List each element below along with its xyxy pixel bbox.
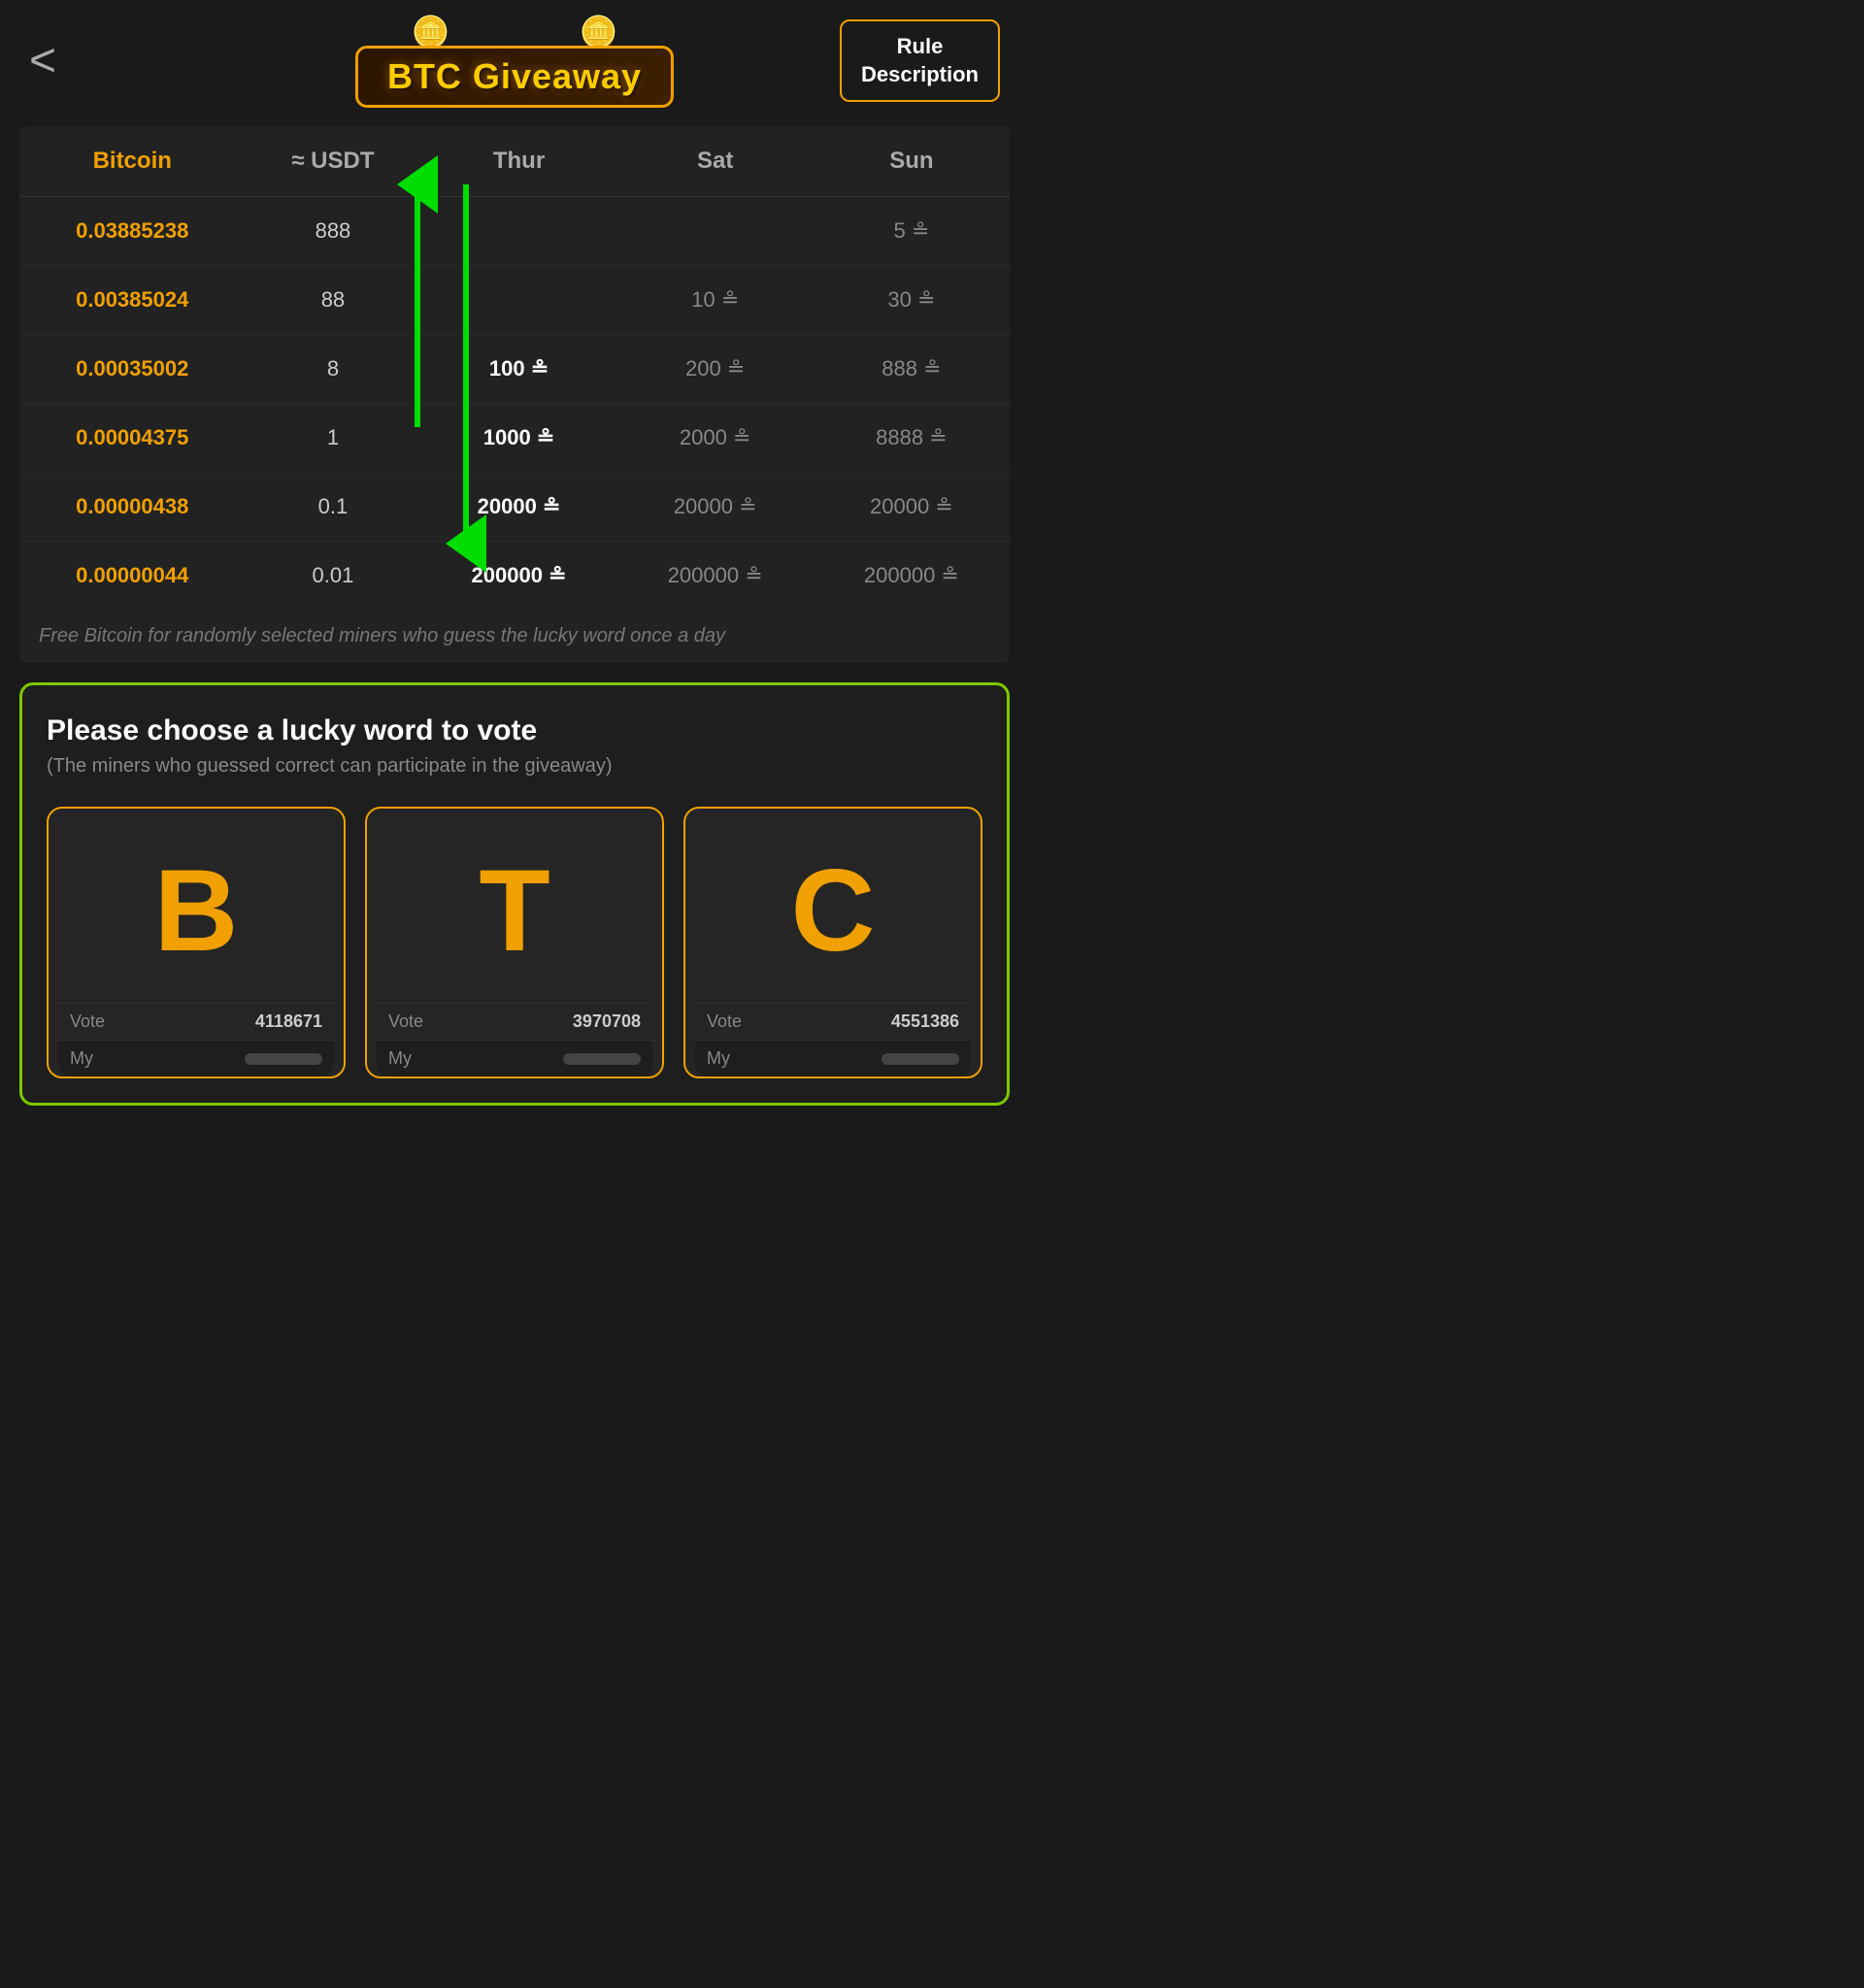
back-button[interactable]: < — [29, 38, 56, 84]
bitcoin-value: 0.00385024 — [19, 266, 245, 335]
vote-section: Please choose a lucky word to vote (The … — [19, 682, 1010, 1106]
vote-label: Vote — [70, 1011, 105, 1032]
sun-value: 30 ≗ — [814, 266, 1010, 335]
sat-value: 10 ≗ — [617, 266, 814, 335]
usdt-value: 8 — [245, 335, 420, 404]
vote-count: 4118671 — [255, 1011, 322, 1032]
thur-value — [420, 266, 616, 335]
sat-value: 20000 ≗ — [617, 473, 814, 542]
usdt-value: 0.01 — [245, 542, 420, 611]
bitcoin-value: 0.00000044 — [19, 542, 245, 611]
col-header-sat: Sat — [617, 126, 814, 197]
my-vote-bar — [882, 1053, 959, 1065]
thur-value: 100 ≗ — [420, 335, 616, 404]
table-row: 0.00000438 0.1 20000 ≗ 20000 ≗ 20000 ≗ — [19, 473, 1010, 542]
col-header-thur: Thur — [420, 126, 616, 197]
sun-value: 200000 ≗ — [814, 542, 1010, 611]
my-vote-row: My — [377, 1040, 652, 1077]
sat-value: 200 ≗ — [617, 335, 814, 404]
bitcoin-value: 0.00000438 — [19, 473, 245, 542]
table-row: 0.00004375 1 1000 ≗ 2000 ≗ 8888 ≗ — [19, 404, 1010, 473]
thur-value: 1000 ≗ — [420, 404, 616, 473]
header: < 🪙 🪙 BTC Giveaway Rule Description — [0, 0, 1029, 112]
reward-table-section: Bitcoin ≈ USDT Thur Sat Sun 0.03885238 8… — [19, 126, 1010, 663]
my-label: My — [388, 1048, 412, 1069]
vote-letter: T — [479, 828, 549, 993]
vote-card-t[interactable]: T Vote 3970708 My — [365, 807, 664, 1078]
usdt-value: 0.1 — [245, 473, 420, 542]
vote-letter: B — [154, 828, 239, 993]
rule-description-button[interactable]: Rule Description — [840, 19, 1000, 102]
table-footnote: Free Bitcoin for randomly selected miner… — [19, 610, 1010, 663]
reward-table: Bitcoin ≈ USDT Thur Sat Sun 0.03885238 8… — [19, 126, 1010, 610]
thur-value: 200000 ≗ — [420, 542, 616, 611]
col-header-bitcoin: Bitcoin — [19, 126, 245, 197]
bitcoin-value: 0.03885238 — [19, 197, 245, 266]
bitcoin-value: 0.00035002 — [19, 335, 245, 404]
sun-value: 20000 ≗ — [814, 473, 1010, 542]
title-badge: BTC Giveaway — [355, 46, 674, 108]
my-vote-bar — [563, 1053, 641, 1065]
vote-count-row: Vote 3970708 — [377, 1003, 652, 1040]
vote-letter: C — [791, 828, 876, 993]
sat-value: 200000 ≗ — [617, 542, 814, 611]
vote-count-row: Vote 4551386 — [695, 1003, 971, 1040]
vote-count: 4551386 — [891, 1011, 959, 1032]
my-label: My — [70, 1048, 93, 1069]
sun-value: 5 ≗ — [814, 197, 1010, 266]
sun-value: 888 ≗ — [814, 335, 1010, 404]
my-vote-row: My — [58, 1040, 334, 1077]
my-label: My — [707, 1048, 730, 1069]
usdt-value: 888 — [245, 197, 420, 266]
my-vote-row: My — [695, 1040, 971, 1077]
vote-info: Vote 4118671 My — [58, 1003, 334, 1077]
sat-value: 2000 ≗ — [617, 404, 814, 473]
thur-value — [420, 197, 616, 266]
sun-value: 8888 ≗ — [814, 404, 1010, 473]
sat-value — [617, 197, 814, 266]
vote-label: Vote — [388, 1011, 423, 1032]
vote-label: Vote — [707, 1011, 742, 1032]
my-vote-bar — [245, 1053, 322, 1065]
vote-title: Please choose a lucky word to vote — [47, 714, 982, 747]
vote-count: 3970708 — [573, 1011, 641, 1032]
col-header-usdt: ≈ USDT — [245, 126, 420, 197]
vote-card-c[interactable]: C Vote 4551386 My — [683, 807, 982, 1078]
col-header-sun: Sun — [814, 126, 1010, 197]
usdt-value: 88 — [245, 266, 420, 335]
vote-cards: B Vote 4118671 My T Vote 3970708 My C — [47, 807, 982, 1078]
vote-info: Vote 4551386 My — [695, 1003, 971, 1077]
vote-subtitle: (The miners who guessed correct can part… — [47, 755, 982, 778]
title-area: 🪙 🪙 BTC Giveaway — [355, 14, 674, 108]
bitcoin-value: 0.00004375 — [19, 404, 245, 473]
table-row: 0.03885238 888 5 ≗ — [19, 197, 1010, 266]
usdt-value: 1 — [245, 404, 420, 473]
thur-value: 20000 ≗ — [420, 473, 616, 542]
table-row: 0.00035002 8 100 ≗ 200 ≗ 888 ≗ — [19, 335, 1010, 404]
vote-info: Vote 3970708 My — [377, 1003, 652, 1077]
table-row: 0.00000044 0.01 200000 ≗ 200000 ≗ 200000… — [19, 542, 1010, 611]
vote-count-row: Vote 4118671 — [58, 1003, 334, 1040]
page-title: BTC Giveaway — [387, 56, 642, 96]
vote-card-b[interactable]: B Vote 4118671 My — [47, 807, 346, 1078]
table-row: 0.00385024 88 10 ≗ 30 ≗ — [19, 266, 1010, 335]
